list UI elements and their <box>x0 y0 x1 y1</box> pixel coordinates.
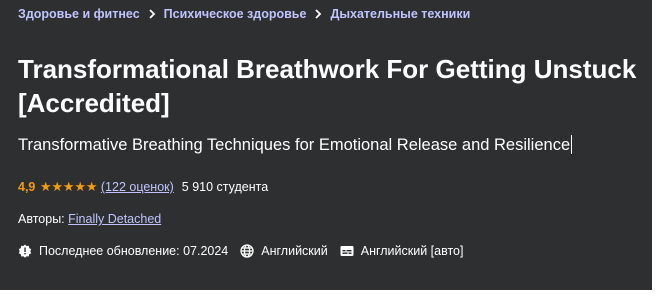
course-captions: Английский [авто] <box>340 244 464 258</box>
rating-value: 4,9 <box>18 180 36 194</box>
course-meta: Последнее обновление: 07.2024 Английский <box>18 244 475 258</box>
author-link[interactable]: Finally Detached <box>68 212 161 226</box>
breadcrumb-health-fitness[interactable]: Здоровье и фитнес <box>18 7 140 21</box>
star-icon: ★ <box>39 179 52 194</box>
star-icon: ★ <box>51 179 63 194</box>
course-captions-text: Английский [авто] <box>360 244 464 258</box>
text-cursor <box>571 135 573 154</box>
globe-icon <box>240 244 254 258</box>
authors-label: Авторы: <box>18 212 65 226</box>
breadcrumb-breathing-techniques[interactable]: Дыхательные техники <box>330 7 470 21</box>
last-updated: Последнее обновление: 07.2024 <box>18 244 228 258</box>
rating-row: 4,9 ★ ★ ★ ★ ★ (122 оценок) 5 910 студент… <box>18 179 268 195</box>
star-icon: ★ <box>62 179 75 194</box>
course-language: Английский <box>240 244 328 258</box>
breadcrumb-mental-health[interactable]: Психическое здоровье <box>164 7 307 21</box>
course-header: Здоровье и фитнес Психическое здоровье Д… <box>0 0 652 290</box>
star-icon: ★ <box>74 179 86 194</box>
star-icon: ★ <box>85 179 98 194</box>
authors-row: Авторы: Finally Detached <box>18 212 161 226</box>
chevron-right-icon <box>314 9 322 19</box>
students-count: 5 910 студента <box>181 180 269 194</box>
course-subtitle: Transformative Breathing Techniques for … <box>18 135 573 155</box>
last-updated-text: Последнее обновление: 07.2024 <box>39 244 229 258</box>
reviews-link[interactable]: (122 оценок) <box>101 180 174 194</box>
course-subtitle-text: Transformative Breathing Techniques for … <box>18 136 571 154</box>
chevron-right-icon <box>148 9 156 19</box>
breadcrumb: Здоровье и фитнес Психическое здоровье Д… <box>18 7 470 21</box>
star-rating: ★ ★ ★ ★ ★ <box>39 179 98 195</box>
alert-badge-icon <box>18 244 32 258</box>
course-title: Transformational Breathwork For Getting … <box>18 54 637 118</box>
course-language-text: Английский <box>261 244 328 258</box>
captions-icon <box>340 244 354 258</box>
